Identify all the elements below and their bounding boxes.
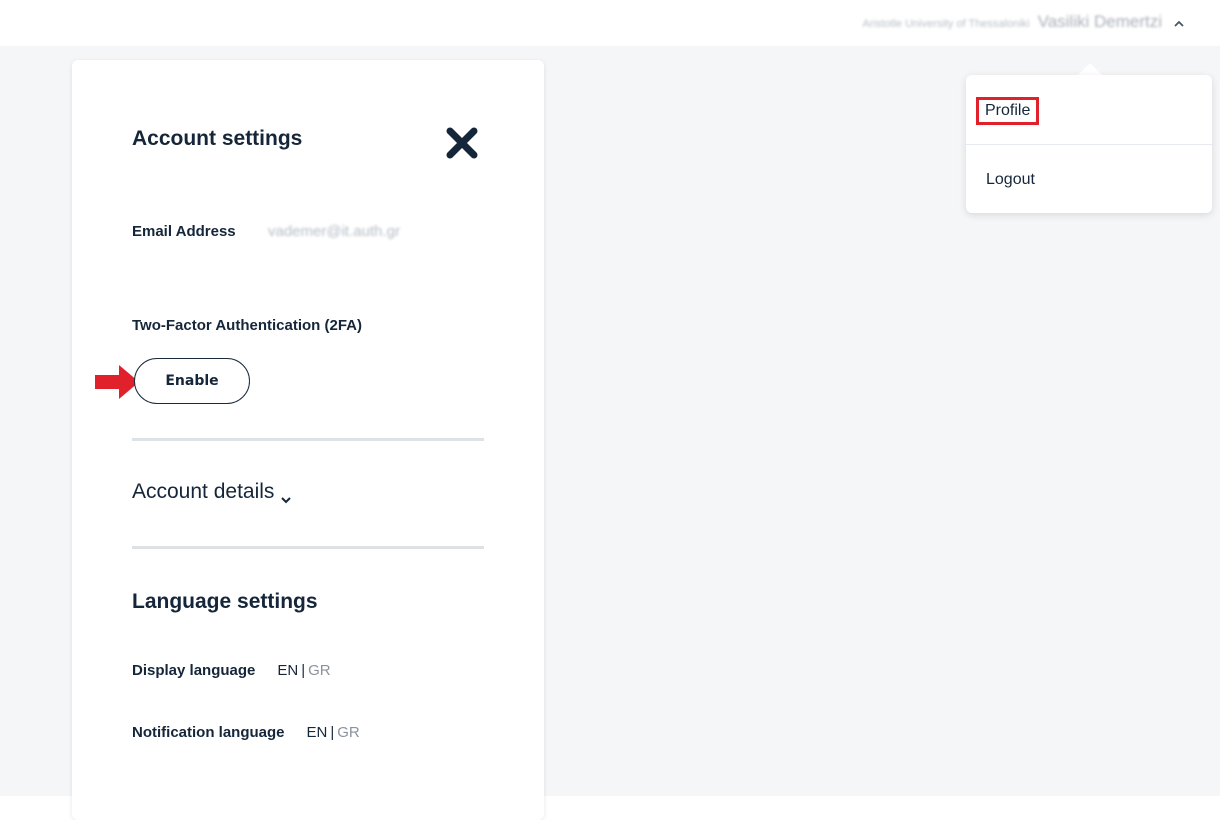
- notification-language-options: EN | GR: [307, 724, 360, 741]
- organization-name: Aristotle University of Thessaloniki: [862, 18, 1030, 30]
- language-separator: |: [330, 724, 335, 741]
- email-label: Email Address: [132, 223, 236, 240]
- logout-menu-item[interactable]: Logout: [986, 171, 1035, 189]
- display-language-options: EN | GR: [277, 662, 330, 679]
- display-language-gr[interactable]: GR: [308, 662, 331, 679]
- account-details-toggle[interactable]: Account details: [132, 480, 292, 504]
- chevron-down-icon[interactable]: [280, 488, 292, 503]
- display-language-label: Display language: [132, 662, 256, 679]
- language-separator: |: [301, 662, 306, 679]
- account-settings-panel: Account settings Email Address vademer@i…: [72, 60, 544, 820]
- top-bar: Aristotle University of Thessaloniki Vas…: [0, 0, 1220, 46]
- notification-language-label: Notification language: [132, 724, 285, 741]
- notification-language-en[interactable]: EN: [307, 724, 328, 741]
- notification-language-row: Notification language EN | GR: [132, 724, 360, 741]
- display-language-row: Display language EN | GR: [132, 662, 331, 679]
- panel-title: Account settings: [132, 127, 303, 150]
- profile-menu-item[interactable]: Profile: [976, 97, 1040, 125]
- enable-2fa-button[interactable]: Enable: [134, 358, 250, 404]
- display-language-en[interactable]: EN: [277, 662, 298, 679]
- section-divider: [132, 546, 484, 549]
- user-dropdown-menu: Profile Logout: [966, 75, 1212, 213]
- user-menu-trigger[interactable]: Aristotle University of Thessaloniki Vas…: [862, 12, 1184, 32]
- two-factor-label: Two-Factor Authentication (2FA): [132, 317, 362, 334]
- section-divider: [132, 438, 484, 441]
- account-details-label[interactable]: Account details: [132, 480, 274, 504]
- notification-language-gr[interactable]: GR: [337, 724, 360, 741]
- language-settings-title: Language settings: [132, 590, 318, 613]
- email-value: vademer@it.auth.gr: [268, 223, 400, 240]
- close-icon[interactable]: [445, 126, 479, 160]
- menu-divider: [966, 144, 1212, 145]
- user-name[interactable]: Vasiliki Demertzi: [1038, 12, 1162, 32]
- chevron-up-icon[interactable]: [1174, 18, 1184, 30]
